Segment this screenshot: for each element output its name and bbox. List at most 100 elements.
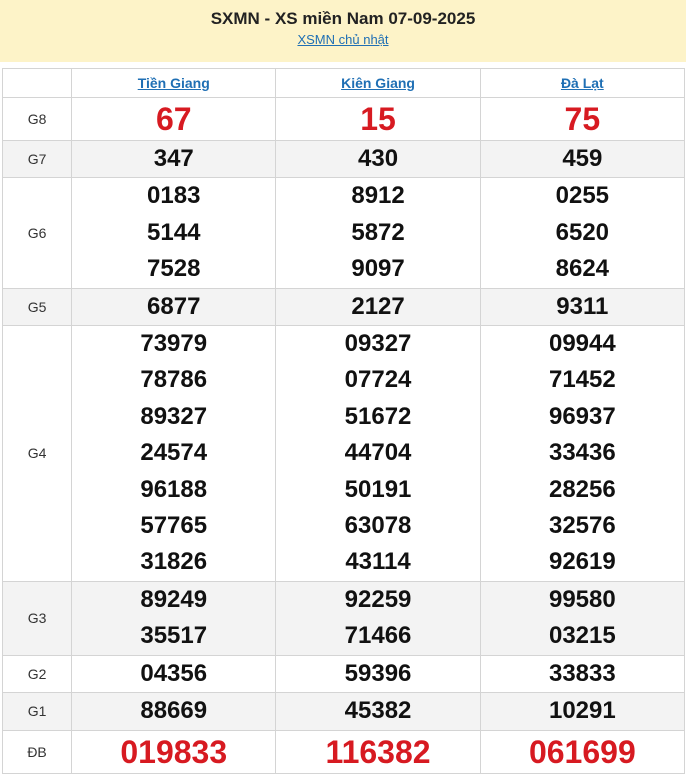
prize-number: 061699 xyxy=(528,733,636,770)
prize-number: 71466 xyxy=(344,622,412,650)
prize-number: 33833 xyxy=(548,659,616,687)
prize-number: 430 xyxy=(358,145,399,172)
xsmn-sunday-link[interactable]: XSMN chủ nhật xyxy=(297,32,388,48)
prize-cell: 10291 xyxy=(479,692,686,731)
prize-number: 8912 xyxy=(351,182,405,210)
prize-number: 04356 xyxy=(140,659,208,687)
prize-number: 44704 xyxy=(344,439,412,467)
prize-number: 6520 xyxy=(555,218,610,246)
prize-number: 71452 xyxy=(548,366,616,394)
prize-number: 2127 xyxy=(351,292,405,320)
results-table: Tiền Giang Kiên Giang Đà Lạt G8 67 15 75 G7 3… xyxy=(1,68,686,774)
prize-number: 73979 xyxy=(140,330,208,358)
prize-number: 89327 xyxy=(140,402,208,430)
prize-cell: 59396 xyxy=(275,654,481,694)
prize-cell: 2127 xyxy=(275,287,481,327)
prize-label: G5 xyxy=(1,287,73,327)
prize-cell: 061699 xyxy=(479,729,686,774)
prize-number: 32576 xyxy=(548,512,616,540)
prize-number: 78786 xyxy=(140,366,208,394)
prize-number: 28256 xyxy=(548,475,616,503)
corner-cell xyxy=(1,68,73,98)
prize-row-g6: G6 0183 5144 7528 8912 5872 9097 0255 6520 8624 xyxy=(1,177,686,289)
prize-number: 92619 xyxy=(548,548,616,576)
province-header-da-lat[interactable]: Đà Lạt xyxy=(479,68,686,98)
prize-label: G7 xyxy=(1,139,73,179)
prize-cell: 347 xyxy=(71,139,277,179)
prize-number: 63078 xyxy=(344,512,412,540)
prize-cell: 75 xyxy=(479,97,686,141)
prize-number: 7528 xyxy=(147,255,201,283)
prize-number: 459 xyxy=(562,145,603,172)
prize-number: 75 xyxy=(564,101,601,137)
prize-number: 10291 xyxy=(548,697,616,725)
prize-label: G4 xyxy=(1,325,73,582)
prize-row-g3: G3 89249 35517 92259 71466 99580 03215 xyxy=(1,580,686,656)
prize-cell: 92259 71466 xyxy=(275,580,481,656)
page-header: SXMN - XS miền Nam 07-09-2025 XSMN chủ n… xyxy=(0,0,686,62)
prize-number: 67 xyxy=(155,101,192,137)
prize-label: ĐB xyxy=(1,729,73,774)
prize-label: G3 xyxy=(1,580,73,656)
prize-row-g5: G5 6877 2127 9311 xyxy=(1,287,686,327)
prize-number: 89249 xyxy=(140,585,208,613)
prize-number: 6877 xyxy=(147,292,201,320)
prize-cell: 6877 xyxy=(71,287,277,327)
prize-number: 019833 xyxy=(120,733,228,770)
province-header-tien-giang[interactable]: Tiền Giang xyxy=(71,68,277,98)
province-header-kien-giang[interactable]: Kiên Giang xyxy=(275,68,481,98)
prize-label: G2 xyxy=(1,654,73,694)
prize-cell: 116382 xyxy=(275,729,481,774)
prize-number: 99580 xyxy=(548,585,616,613)
province-header-row: Tiền Giang Kiên Giang Đà Lạt xyxy=(1,68,686,98)
prize-number: 33436 xyxy=(548,439,616,467)
prize-cell: 33833 xyxy=(479,654,686,694)
prize-number: 59396 xyxy=(344,659,412,687)
prize-cell: 09327 07724 51672 44704 50191 63078 43114 xyxy=(275,325,481,582)
prize-cell: 73979 78786 89327 24574 96188 57765 31826 xyxy=(71,325,277,582)
prize-cell: 88669 xyxy=(71,692,277,731)
prize-number: 24574 xyxy=(140,439,208,467)
prize-number: 35517 xyxy=(140,622,208,650)
prize-cell: 0255 6520 8624 xyxy=(479,177,686,289)
prize-number: 5144 xyxy=(147,218,201,246)
prize-number: 50191 xyxy=(344,475,412,503)
prize-number: 57765 xyxy=(140,512,208,540)
prize-cell: 67 xyxy=(71,97,277,141)
prize-row-g8: G8 67 15 75 xyxy=(1,97,686,141)
prize-number: 347 xyxy=(153,145,194,172)
prize-number: 45382 xyxy=(344,697,412,725)
prize-row-g2: G2 04356 59396 33833 xyxy=(1,654,686,694)
prize-number: 88669 xyxy=(140,697,208,725)
prize-number: 5872 xyxy=(351,218,405,246)
prize-number: 0183 xyxy=(147,182,201,210)
prize-cell: 89249 35517 xyxy=(71,580,277,656)
prize-number: 43114 xyxy=(345,548,411,576)
prize-number: 96188 xyxy=(140,475,208,503)
prize-label: G1 xyxy=(1,692,73,731)
prize-cell: 459 xyxy=(479,139,686,179)
prize-number: 09327 xyxy=(344,330,412,358)
prize-number: 31826 xyxy=(140,548,208,576)
prize-cell: 8912 5872 9097 xyxy=(275,177,481,289)
prize-number: 9311 xyxy=(556,292,609,320)
prize-number: 92259 xyxy=(344,585,412,613)
prize-number: 116382 xyxy=(325,733,431,770)
prize-cell: 9311 xyxy=(479,287,686,327)
prize-number: 96937 xyxy=(548,402,616,430)
prize-number: 0255 xyxy=(555,182,610,210)
prize-row-g4: G4 73979 78786 89327 24574 96188 57765 31826 093… xyxy=(1,325,686,582)
prize-rows: G8 67 15 75 G7 347 430 459 G6 0183 5144 7528 8912 587… xyxy=(1,97,686,774)
prize-cell: 45382 xyxy=(275,692,481,731)
prize-row-g1: G1 88669 45382 10291 xyxy=(1,692,686,731)
prize-number: 07724 xyxy=(344,366,412,394)
prize-cell: 15 xyxy=(275,97,481,141)
prize-row-g7: G7 347 430 459 xyxy=(1,139,686,179)
page-title: SXMN - XS miền Nam 07-09-2025 xyxy=(210,9,476,28)
prize-cell: 430 xyxy=(275,139,481,179)
prize-number: 9097 xyxy=(351,255,405,283)
prize-number: 51672 xyxy=(344,402,412,430)
prize-number: 15 xyxy=(360,101,396,137)
prize-cell: 99580 03215 xyxy=(479,580,686,656)
prize-label: G6 xyxy=(1,177,73,289)
